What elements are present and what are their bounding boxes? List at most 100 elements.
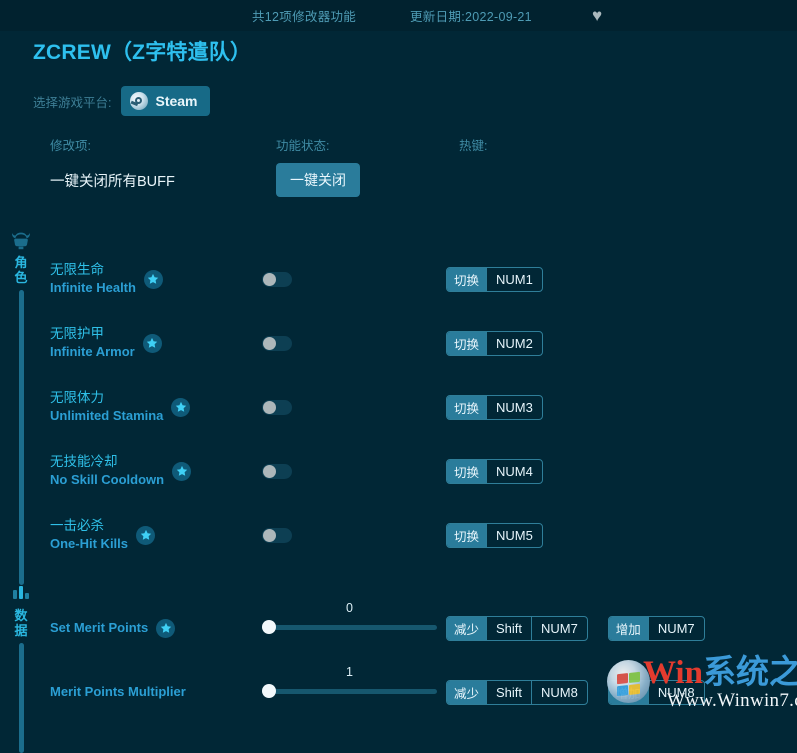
cheat-row: 无限体力 Unlimited Stamina 切换 NUM3 [0,378,797,436]
cheat-name-block: 无限护甲 Infinite Armor [50,325,135,361]
hotkey-action-label: 减少 [447,617,487,640]
hotkey-key-label: NUM2 [486,332,542,355]
hotkey-key-label: NUM7 [647,617,704,640]
toggle-knob [263,337,276,350]
cheat-name-block: 无限生命 Infinite Health [50,261,136,297]
cheat-name-block: 无限体力 Unlimited Stamina [50,389,163,425]
cheat-name-en: Merit Points Multiplier [50,684,186,699]
cheat-name-en: One-Hit Kills [50,536,129,551]
top-info-bar: 共12项修改器功能 更新日期:2022-09-21 ♥ [0,0,797,31]
cheat-name-group: 无限体力 Unlimited Stamina [50,378,191,436]
cheat-row: 无限护甲 Infinite Armor 切换 NUM2 [0,314,797,372]
hotkey-action-label: 增加 [608,617,648,640]
cheat-name-group: 无限护甲 Infinite Armor [50,314,162,372]
hotkey-action-label: 切换 [447,332,487,355]
toggle-knob [263,401,276,414]
cheat-row: Set Merit Points 0 减少 Shift NUM7 增加 NUM7 [0,599,797,657]
cheat-row: 无技能冷却 No Skill Cooldown 切换 NUM4 [0,442,797,500]
cheat-name-en: Infinite Armor [50,344,135,359]
cheat-name-cn: 无限体力 [50,390,104,405]
update-date-label: 更新日期:2022-09-21 [410,10,532,24]
hotkey-key-label: Shift [486,681,531,704]
hotkey-group[interactable]: 减少 Shift NUM7 [446,616,588,641]
column-header-status: 功能状态: [276,139,330,153]
hotkey-key-label: NUM1 [486,268,542,291]
hotkey-key-label: NUM3 [486,396,542,419]
hotkey-key-label: NUM8 [647,681,704,704]
slider-track[interactable] [262,625,437,630]
cheat-name-block: 一击必杀 One-Hit Kills [50,517,128,553]
hotkey-action-label: 增加 [608,681,648,704]
slider-thumb[interactable] [262,620,276,634]
slider-value-label: 0 [346,601,353,615]
favorite-heart-icon[interactable]: ♥ [587,6,607,26]
hotkey-group[interactable]: 切换 NUM2 [446,331,543,356]
slider-thumb[interactable] [262,684,276,698]
hotkey-action-label: 减少 [447,681,487,704]
hotkey-group[interactable]: 切换 NUM1 [446,267,543,292]
cheat-name-block: Set Merit Points [50,619,148,637]
cheat-toggle[interactable] [262,400,292,415]
hotkey-group[interactable]: 减少 Shift NUM8 [446,680,588,705]
all-buff-off-button[interactable]: 一键关闭 [276,163,360,197]
favorite-star-icon[interactable] [171,397,191,417]
hotkey-group[interactable]: 增加 NUM7 [607,616,705,641]
cheat-name-block: 无技能冷却 No Skill Cooldown [50,453,164,489]
cheat-name-cn: 无限生命 [50,262,104,277]
cheat-name-group: 无限生命 Infinite Health [50,250,163,308]
hotkey-action-label: 切换 [447,460,487,483]
hotkey-action-label: 切换 [447,524,487,547]
column-headers: 修改项: 功能状态: 热键: [0,135,797,155]
slider-value-label: 1 [346,665,353,679]
hotkey-key-label: NUM4 [486,460,542,483]
hotkey-group[interactable]: 切换 NUM5 [446,523,543,548]
platform-label: 选择游戏平台: [33,95,112,110]
hotkey-action-label: 切换 [447,268,487,291]
hotkey-group[interactable]: 切换 NUM3 [446,395,543,420]
cheat-row: 无限生命 Infinite Health 切换 NUM1 [0,250,797,308]
cheat-toggle[interactable] [262,464,292,479]
cheat-name-en: Unlimited Stamina [50,408,164,423]
feature-count-label: 共12项修改器功能 [252,10,357,24]
cheat-name-group: Set Merit Points [50,599,176,657]
page-title: ZCREW（Z字特遣队） [33,41,252,64]
favorite-star-icon[interactable] [172,461,192,481]
cheat-row: 一击必杀 One-Hit Kills 切换 NUM5 [0,506,797,564]
favorite-star-icon[interactable] [136,525,156,545]
platform-steam-label: Steam [155,93,198,109]
cheat-name-group: Merit Points Multiplier [50,663,186,721]
cheat-name-cn: 无限护甲 [50,326,104,341]
platform-steam-button[interactable]: Steam [121,86,210,116]
toggle-knob [263,529,276,542]
column-header-item: 修改项: [50,139,91,153]
hotkey-action-label: 切换 [447,396,487,419]
cheat-toggle[interactable] [262,272,292,287]
favorite-star-icon[interactable] [156,618,176,638]
cheat-name-group: 无技能冷却 No Skill Cooldown [50,442,192,500]
hotkey-key-label: Shift [486,617,531,640]
cheat-name-block: Merit Points Multiplier [50,683,186,701]
favorite-star-icon[interactable] [142,333,162,353]
hotkey-group[interactable]: 切换 NUM4 [446,459,543,484]
hotkey-group[interactable]: 增加 NUM8 [607,680,705,705]
cheat-name-cn: 无技能冷却 [50,454,118,469]
slider-track[interactable] [262,689,437,694]
hotkey-key-label: NUM7 [531,617,587,640]
cheat-toggle[interactable] [262,528,292,543]
hotkey-key-label: NUM8 [531,681,587,704]
steam-icon [130,92,149,110]
cheat-name-en: Infinite Health [50,280,136,295]
hotkey-key-label: NUM5 [486,524,542,547]
cheat-name-group: 一击必杀 One-Hit Kills [50,506,156,564]
helmet-icon [11,232,31,252]
cheat-name-en: No Skill Cooldown [50,472,165,487]
toggle-knob [263,465,276,478]
cheat-row: Merit Points Multiplier 1 减少 Shift NUM8 增加 NUM… [0,663,797,721]
platform-selector: 选择游戏平台: Steam [33,86,210,116]
all-buff-label: 一键关闭所有BUFF [50,174,175,190]
cheat-toggle[interactable] [262,336,292,351]
favorite-star-icon[interactable] [143,269,163,289]
column-header-hotkey: 热键: [459,139,488,153]
cheat-name-en: Set Merit Points [50,620,149,635]
cheat-name-cn: 一击必杀 [50,518,104,533]
